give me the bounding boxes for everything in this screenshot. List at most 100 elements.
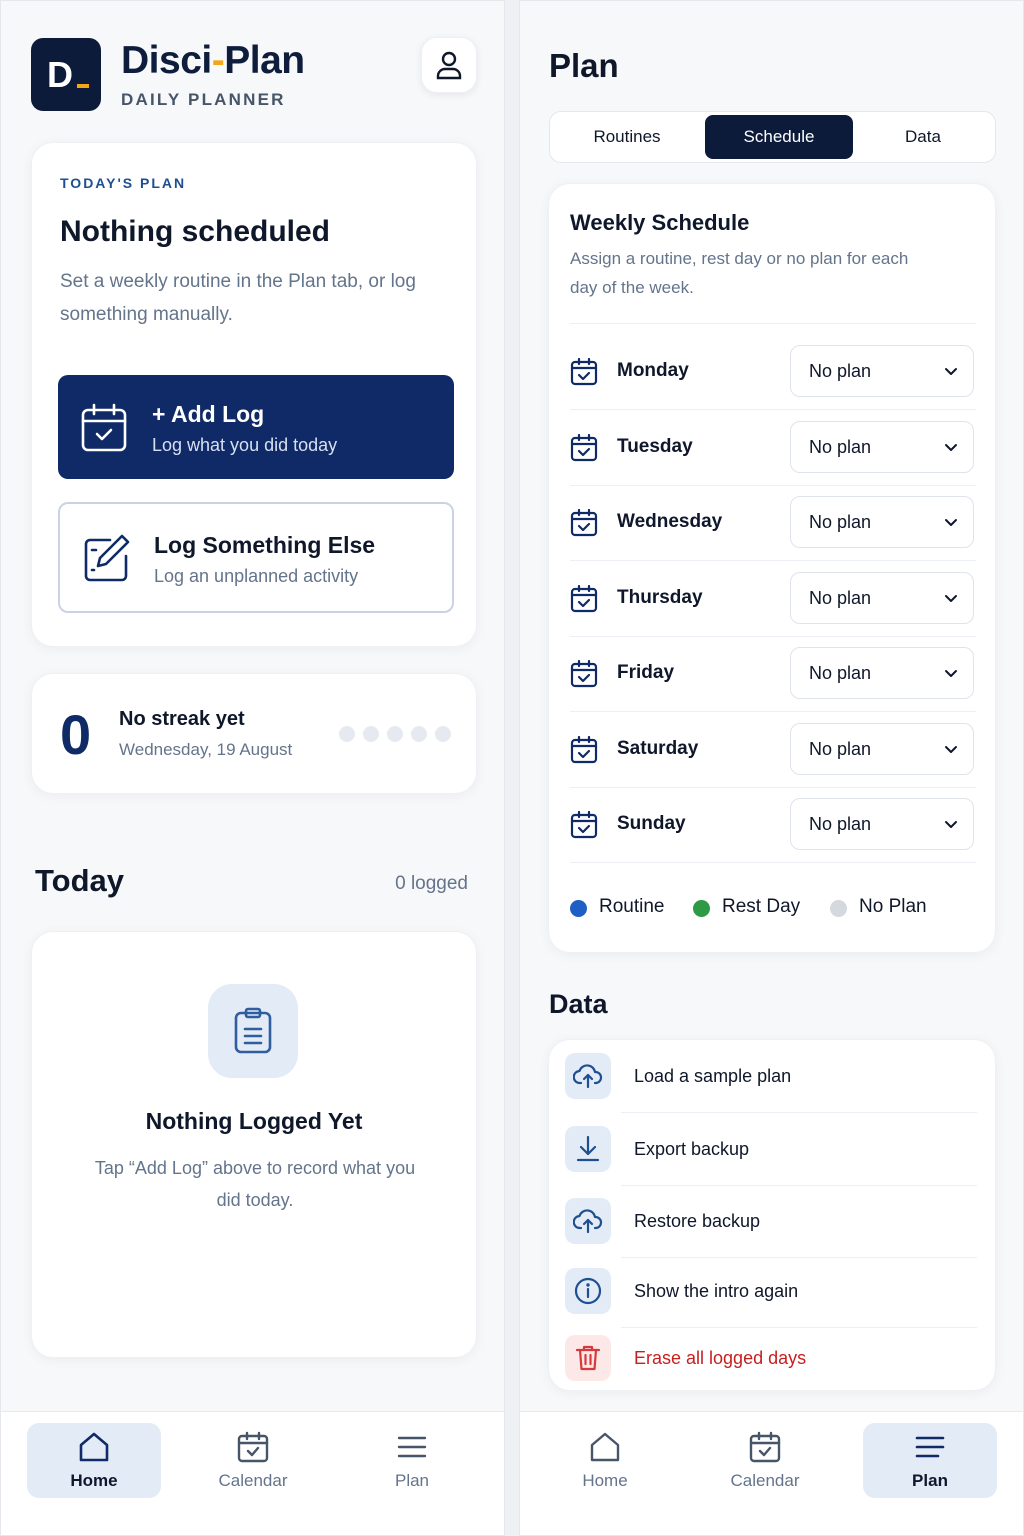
legend-dot bbox=[570, 900, 587, 917]
data-action-erase-all-logged-days[interactable]: Erase all logged days bbox=[565, 1335, 977, 1383]
calendar-check-icon bbox=[570, 735, 598, 769]
weekly-schedule-description: Assign a routine, rest day or no plan fo… bbox=[570, 249, 909, 297]
select-value: No plan bbox=[809, 361, 872, 381]
tab-home[interactable]: Home bbox=[27, 1423, 161, 1498]
home-icon bbox=[79, 1432, 109, 1462]
streak-title: No streak yet bbox=[119, 708, 245, 730]
day-plan-select[interactable]: No plan bbox=[790, 647, 974, 699]
legend-dot bbox=[693, 900, 710, 917]
log-something-else-button[interactable]: Log Something Else Log an unplanned acti… bbox=[58, 502, 454, 613]
cloud-upload-icon bbox=[565, 1198, 611, 1244]
calendar-check-icon bbox=[570, 584, 598, 618]
todays-plan-eyebrow: TODAY'S PLAN bbox=[60, 175, 187, 191]
data-action-label: Erase all logged days bbox=[634, 1348, 807, 1368]
calendar-check-icon bbox=[570, 508, 598, 542]
tab-routines[interactable]: Routines bbox=[553, 115, 701, 159]
divider bbox=[621, 1257, 977, 1258]
chevron-down-icon bbox=[943, 741, 959, 762]
tab-calendar[interactable]: Calendar bbox=[186, 1423, 320, 1498]
todays-plan-description: Set a weekly routine in the Plan tab, or… bbox=[60, 271, 416, 325]
legend-label: Routine bbox=[599, 896, 665, 917]
day-row-sunday: Sunday No plan bbox=[570, 787, 976, 862]
select-value: No plan bbox=[809, 814, 872, 834]
home-screen: D Disci-Plan DAILY PLANNER TODAY'S PLAN … bbox=[0, 0, 505, 1536]
day-row-wednesday: Wednesday No plan bbox=[570, 485, 976, 560]
day-plan-select[interactable]: No plan bbox=[790, 798, 974, 850]
menu-lines-icon bbox=[397, 1436, 427, 1458]
day-row-friday: Friday No plan bbox=[570, 636, 976, 711]
profile-button[interactable] bbox=[421, 37, 477, 93]
weekly-schedule-title: Weekly Schedule bbox=[570, 210, 750, 235]
chevron-down-icon bbox=[943, 816, 959, 837]
plan-screen: Plan Routines Schedule Data Weekly Sched… bbox=[519, 0, 1024, 1536]
data-action-export-backup[interactable]: Export backup bbox=[565, 1126, 977, 1174]
streak-dot bbox=[411, 726, 427, 742]
add-log-button[interactable]: + Add Log Log what you did today bbox=[58, 375, 454, 479]
plan-segmented-control: Routines Schedule Data bbox=[549, 111, 996, 163]
empty-state-description: Tap “Add Log” above to record what you d… bbox=[94, 1158, 416, 1210]
day-plan-select[interactable]: No plan bbox=[790, 496, 974, 548]
calendar-check-icon bbox=[570, 659, 598, 693]
tab-data[interactable]: Data bbox=[853, 115, 993, 159]
day-name: Wednesday bbox=[617, 511, 723, 532]
streak-date: Wednesday, 19 August bbox=[119, 740, 293, 759]
edit-note-icon bbox=[84, 534, 130, 582]
day-plan-select[interactable]: No plan bbox=[790, 571, 974, 624]
weekly-schedule-card: Weekly Schedule Assign a routine, rest d… bbox=[548, 183, 996, 953]
cloud-upload-icon bbox=[565, 1053, 611, 1099]
legend-dot bbox=[830, 900, 847, 917]
day-plan-select[interactable]: No plan bbox=[790, 722, 974, 775]
streak-count: 0 bbox=[60, 703, 92, 766]
chevron-down-icon bbox=[943, 590, 959, 611]
tab-calendar[interactable]: Calendar bbox=[698, 1423, 832, 1498]
data-action-load-a-sample-plan[interactable]: Load a sample plan bbox=[565, 1053, 977, 1101]
streak-card: 0 No streak yet Wednesday, 19 August bbox=[31, 673, 477, 794]
tab-home[interactable]: Home bbox=[538, 1423, 672, 1498]
divider bbox=[621, 1327, 977, 1328]
bottom-tab-bar: Home Calendar Plan bbox=[520, 1411, 1023, 1535]
divider bbox=[621, 1185, 977, 1186]
tab-plan[interactable]: Plan bbox=[345, 1423, 479, 1498]
day-row-tuesday: Tuesday No plan bbox=[570, 410, 976, 485]
home-icon bbox=[590, 1432, 620, 1462]
today-empty-card: Nothing Logged Yet Tap “Add Log” above t… bbox=[31, 931, 477, 1358]
day-name: Friday bbox=[617, 662, 675, 683]
day-plan-select[interactable]: No plan bbox=[790, 420, 974, 473]
download-icon bbox=[565, 1126, 611, 1172]
day-row-thursday: Thursday No plan bbox=[570, 561, 976, 636]
log-else-subtitle: Log an unplanned activity bbox=[154, 566, 359, 586]
streak-dot bbox=[387, 726, 403, 742]
app-subtitle: DAILY PLANNER bbox=[121, 90, 286, 109]
streak-dot bbox=[435, 726, 451, 742]
app-header: D Disci-Plan DAILY PLANNER bbox=[31, 37, 477, 113]
empty-state-title: Nothing Logged Yet bbox=[145, 1108, 363, 1134]
data-action-restore-backup[interactable]: Restore backup bbox=[565, 1198, 977, 1246]
calendar-check-icon bbox=[570, 433, 598, 467]
data-heading: Data bbox=[549, 989, 608, 1019]
data-action-label: Show the intro again bbox=[634, 1281, 799, 1301]
day-row-monday: Monday No plan bbox=[570, 334, 976, 409]
tab-schedule[interactable]: Schedule bbox=[705, 115, 853, 159]
chevron-down-icon bbox=[943, 363, 959, 384]
calendar-icon bbox=[237, 1431, 269, 1463]
streak-dots bbox=[339, 726, 451, 742]
divider bbox=[621, 1112, 977, 1113]
log-else-title: Log Something Else bbox=[154, 532, 376, 558]
chevron-down-icon bbox=[943, 439, 959, 460]
user-icon bbox=[436, 51, 462, 80]
day-row-saturday: Saturday No plan bbox=[570, 712, 976, 787]
today-heading: Today bbox=[35, 863, 124, 898]
page-title: Plan bbox=[549, 47, 619, 84]
select-value: No plan bbox=[809, 663, 872, 683]
calendar-check-icon bbox=[570, 810, 598, 844]
legend-label: Rest Day bbox=[722, 896, 801, 917]
data-action-label: Export backup bbox=[634, 1139, 750, 1159]
data-action-show-the-intro-again[interactable]: Show the intro again bbox=[565, 1268, 977, 1316]
calendar-check-icon bbox=[570, 357, 598, 391]
info-icon bbox=[565, 1268, 611, 1314]
legend-label: No Plan bbox=[859, 896, 927, 917]
day-plan-select[interactable]: No plan bbox=[790, 345, 974, 397]
tab-plan[interactable]: Plan bbox=[863, 1423, 997, 1498]
today-logged-count: 0 logged bbox=[395, 873, 468, 894]
bottom-tab-bar: Home Calendar Plan bbox=[1, 1411, 504, 1535]
